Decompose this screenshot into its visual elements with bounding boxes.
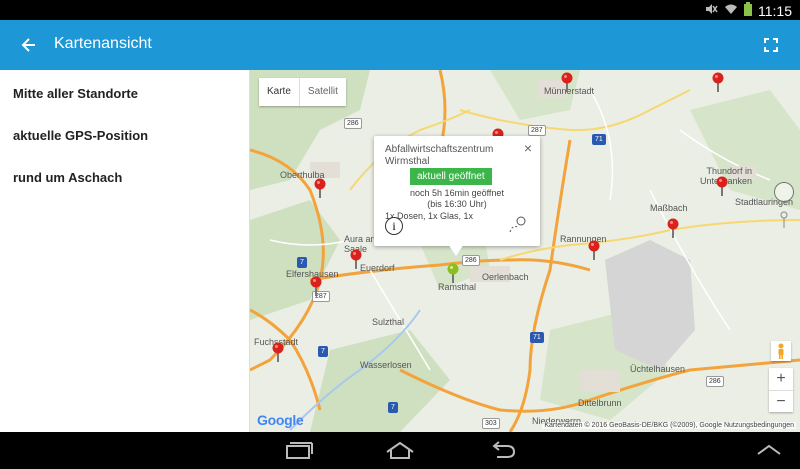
popup-tail [448,244,464,256]
location-info-popup: × Abfallwirtschaftszentrum Wirmsthal akt… [374,136,540,256]
mute-icon [704,2,718,19]
location-pin-red[interactable] [588,240,600,260]
home-icon[interactable] [385,440,415,460]
place-label: Sulzthal [372,317,405,327]
road-number: 71 [592,134,606,145]
page-title: Kartenansicht [54,35,152,52]
place-label: Üchtelhausen [630,364,686,374]
road-number: 303 [482,418,500,429]
my-location-icon[interactable] [779,211,789,229]
sidebar-item-around-aschach[interactable]: rund um Aschach [13,170,122,185]
google-logo[interactable]: Google [257,412,304,428]
location-pin-red[interactable] [272,342,284,362]
sidebar-item-center-all[interactable]: Mitte aller Standorte [13,86,138,101]
status-badge: aktuell geöffnet [410,168,492,185]
road-number: 7 [318,346,328,357]
place-label: Wasserlosen [360,360,412,370]
chevron-up-icon[interactable] [754,440,784,460]
map-view[interactable]: Karte Satellit Münnerstadt Oberthulba Au… [250,70,800,432]
map-type-map-button[interactable]: Karte [259,78,299,106]
location-pin-red[interactable] [667,218,679,238]
battery-icon [744,2,752,19]
popup-until: (bis 16:30 Uhr) [427,199,487,209]
road-number: 71 [530,332,544,343]
map-attribution[interactable]: Kartendaten © 2016 GeoBasis-DE/BKG (©200… [542,422,796,429]
recent-apps-icon[interactable] [284,440,314,460]
road-number: 7 [297,257,307,268]
status-bar: 11:15 [0,0,800,20]
back-arrow-icon[interactable] [16,32,42,58]
place-label: Maßbach [650,203,688,213]
popup-title-line2: Wirmsthal [385,156,430,167]
location-pin-red[interactable] [561,72,573,92]
popup-open-for: noch 5h 16min geöffnet [410,188,504,198]
road-number: 287 [528,125,546,136]
map-type-satellite-button[interactable]: Satellit [298,78,346,106]
fullscreen-icon[interactable] [762,36,780,54]
location-sidebar: Mitte aller Standorte aktuelle GPS-Posit… [0,70,250,432]
close-icon[interactable]: × [524,140,532,156]
location-pin-red[interactable] [314,178,326,198]
road-number: 7 [388,402,398,413]
map-type-control: Karte Satellit [259,78,346,106]
location-pin-selected[interactable] [447,263,459,283]
compass-icon[interactable] [774,182,794,202]
location-pin-red[interactable] [350,249,362,269]
info-icon[interactable]: i [385,217,403,235]
location-pin-red[interactable] [716,176,728,196]
place-label: Oerlenbach [482,272,529,282]
location-pin-red[interactable] [310,276,322,296]
zoom-out-button[interactable]: − [769,390,793,412]
place-label: Ramsthal [438,282,477,292]
app-bar: Kartenansicht [0,20,800,70]
popup-title-line1: Abfallwirtschaftszentrum [385,144,494,155]
zoom-in-button[interactable]: + [769,368,793,390]
road-number: 286 [462,255,480,266]
system-nav-bar [0,432,800,469]
status-time: 11:15 [758,2,792,19]
place-label: Euerdorf [360,263,395,273]
street-view-pegman-icon[interactable] [771,341,791,361]
sidebar-item-gps-position[interactable]: aktuelle GPS-Position [13,128,148,143]
place-label: Dittelbrunn [578,398,622,408]
road-number: 286 [344,118,362,129]
road-number: 286 [706,376,724,387]
navigate-icon[interactable] [508,215,528,235]
location-pin-red[interactable] [712,72,724,92]
back-icon[interactable] [487,440,517,460]
wifi-icon [724,2,738,19]
